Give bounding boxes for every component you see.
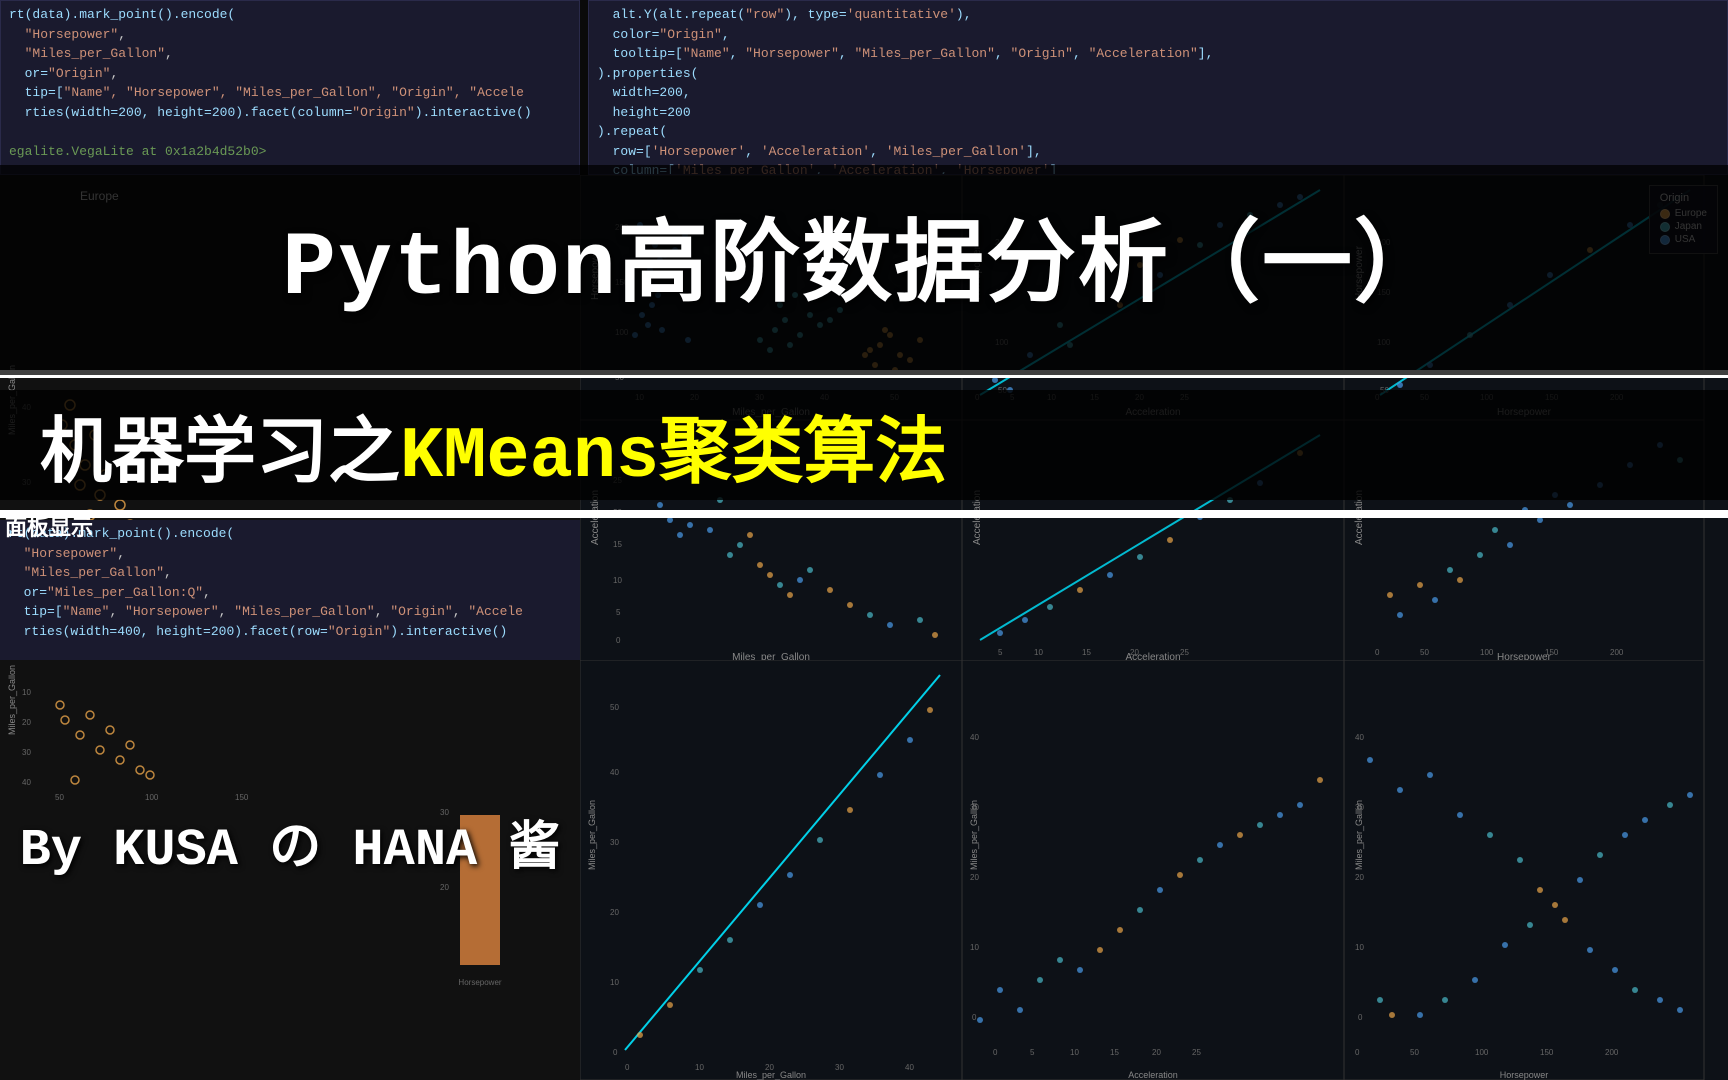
svg-text:0: 0	[625, 1063, 630, 1072]
charts-bottom-right: 0 10 20 30 40 50 0 10 20 30 40 Miles_per…	[580, 660, 1728, 1080]
author-text: By KUSA の HANA 酱	[20, 804, 561, 880]
svg-text:10: 10	[695, 1063, 704, 1072]
svg-text:200: 200	[1605, 1048, 1619, 1057]
svg-text:Miles_per_Gallon: Miles_per_Gallon	[7, 665, 17, 735]
svg-text:20: 20	[1130, 648, 1139, 657]
svg-text:10: 10	[1070, 1048, 1079, 1057]
svg-text:0: 0	[1358, 1013, 1363, 1022]
subtitle-white: 机器学习之KMeans聚类算法	[40, 392, 947, 498]
svg-text:0: 0	[1355, 1048, 1360, 1057]
svg-text:10: 10	[1355, 943, 1364, 952]
svg-text:15: 15	[613, 540, 622, 549]
svg-text:20: 20	[1355, 873, 1364, 882]
svg-text:150: 150	[235, 793, 249, 802]
svg-text:10: 10	[1034, 648, 1043, 657]
code-text-right: alt.Y(alt.repeat("row"), type='quantitat…	[597, 5, 1719, 175]
svg-text:100: 100	[145, 793, 159, 802]
svg-text:20: 20	[22, 718, 31, 727]
svg-text:30: 30	[610, 838, 619, 847]
code-text-left: rt(data).mark_point().encode( "Horsepowe…	[9, 5, 571, 161]
svg-text:20: 20	[970, 873, 979, 882]
svg-text:0: 0	[616, 636, 621, 645]
svg-text:10: 10	[613, 576, 622, 585]
svg-text:30: 30	[22, 748, 31, 757]
author-credit: By KUSA の HANA 酱	[0, 804, 580, 880]
svg-text:Miles_per_Gallon: Miles_per_Gallon	[969, 800, 979, 870]
svg-text:40: 40	[610, 768, 619, 777]
code-panel-left: rt(data).mark_point().encode( "Horsepowe…	[0, 0, 580, 175]
code-text-bottom-left: rt(data).mark_point().encode( "Horsepowe…	[8, 524, 572, 680]
svg-text:50: 50	[1420, 648, 1429, 657]
svg-text:150: 150	[1540, 1048, 1554, 1057]
svg-text:10: 10	[22, 688, 31, 697]
svg-text:5: 5	[1030, 1048, 1035, 1057]
title-bar-2: 机器学习之KMeans聚类算法	[0, 390, 1728, 500]
svg-text:50: 50	[1410, 1048, 1419, 1057]
svg-text:Miles_per_Gallon: Miles_per_Gallon	[736, 1070, 806, 1080]
svg-text:40: 40	[1355, 733, 1364, 742]
svg-text:200: 200	[1610, 648, 1624, 657]
panel-label: 面板显示	[5, 510, 93, 542]
svg-text:Miles_per_Gallon: Miles_per_Gallon	[587, 800, 597, 870]
main-title: Python高阶数据分析（一）	[282, 221, 1446, 320]
svg-text:15: 15	[1110, 1048, 1119, 1057]
svg-text:0: 0	[1375, 648, 1380, 657]
svg-text:40: 40	[970, 733, 979, 742]
svg-text:100: 100	[1475, 1048, 1489, 1057]
svg-text:25: 25	[1192, 1048, 1201, 1057]
svg-text:40: 40	[905, 1063, 914, 1072]
title-bar-3	[0, 510, 1728, 518]
svg-text:50: 50	[610, 703, 619, 712]
subtitle-yellow: KMeans聚类算法	[400, 416, 947, 498]
svg-text:Horsepower: Horsepower	[458, 978, 501, 987]
svg-text:40: 40	[22, 778, 31, 787]
svg-text:0: 0	[972, 1013, 977, 1022]
svg-text:Horsepower: Horsepower	[1500, 1070, 1549, 1080]
svg-text:Miles_per_Gallon: Miles_per_Gallon	[1354, 800, 1364, 870]
code-panel-bottom-left: rt(data).mark_point().encode( "Horsepowe…	[0, 520, 580, 680]
svg-text:25: 25	[1180, 648, 1189, 657]
svg-text:10: 10	[610, 978, 619, 987]
svg-text:20: 20	[610, 908, 619, 917]
title-overlay: Python高阶数据分析（一）	[0, 165, 1728, 375]
svg-text:20: 20	[440, 883, 449, 892]
svg-text:30: 30	[835, 1063, 844, 1072]
svg-text:50: 50	[55, 793, 64, 802]
svg-text:0: 0	[613, 1048, 618, 1057]
code-panel-right: alt.Y(alt.repeat("row"), type='quantitat…	[588, 0, 1728, 175]
svg-text:150: 150	[1545, 648, 1559, 657]
svg-text:0: 0	[993, 1048, 998, 1057]
charts-svg-bottom-right: 0 10 20 30 40 50 0 10 20 30 40 Miles_per…	[580, 660, 1728, 1080]
svg-text:20: 20	[1152, 1048, 1161, 1057]
svg-text:5: 5	[616, 608, 621, 617]
svg-text:10: 10	[970, 943, 979, 952]
svg-text:15: 15	[1082, 648, 1091, 657]
svg-text:Acceleration: Acceleration	[1128, 1070, 1178, 1080]
svg-text:5: 5	[998, 648, 1003, 657]
svg-text:100: 100	[1480, 648, 1494, 657]
